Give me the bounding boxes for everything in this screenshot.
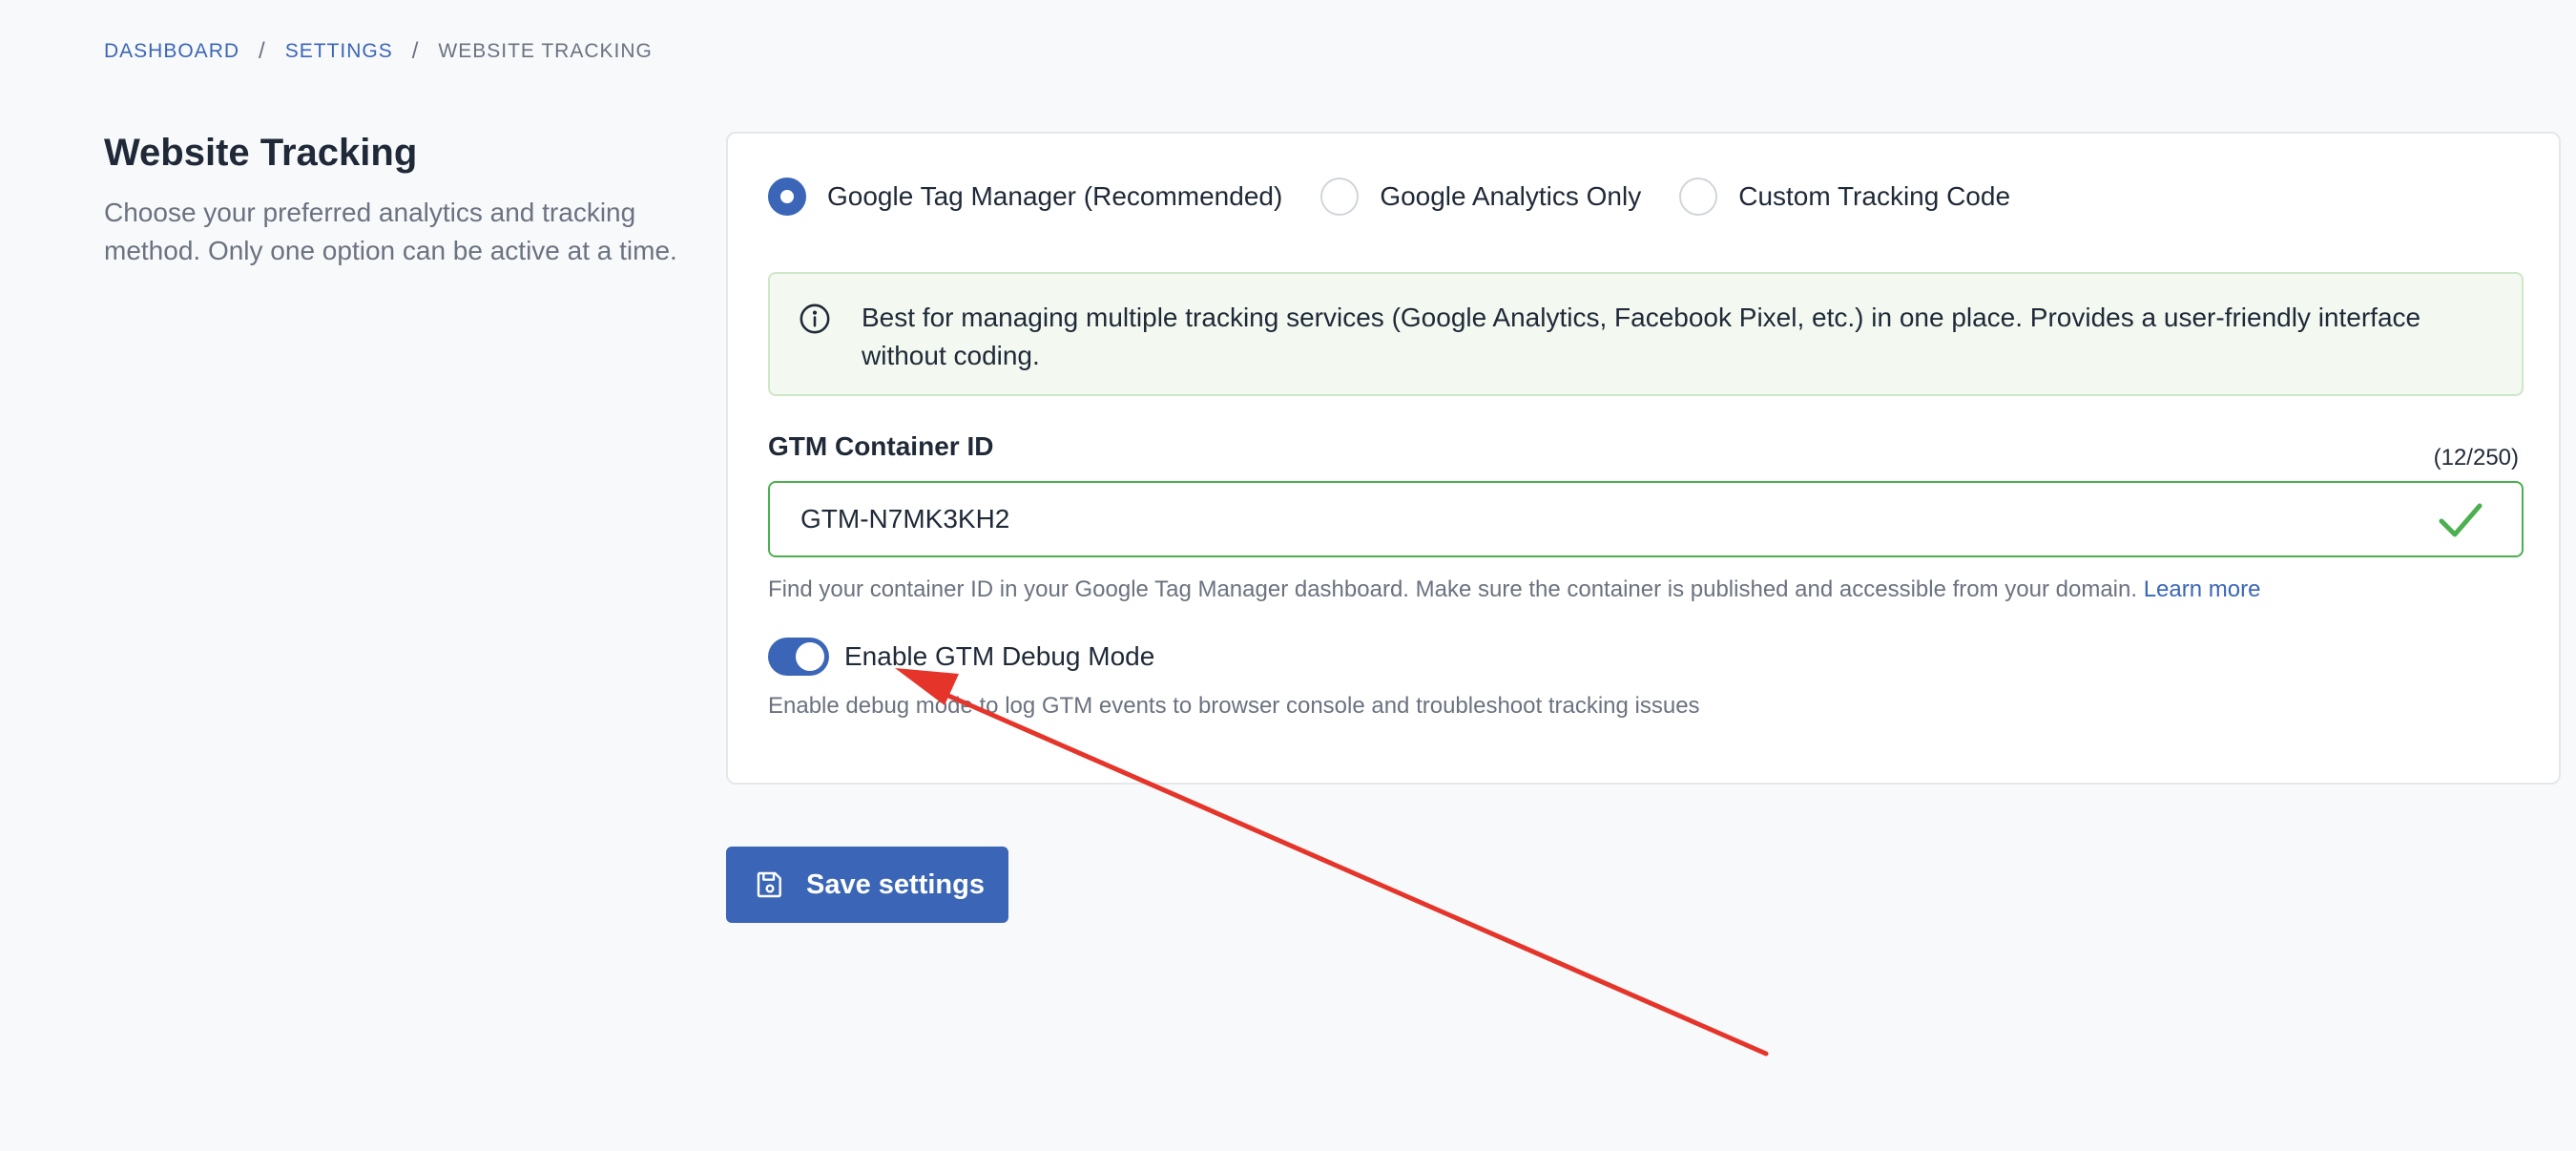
radio-button[interactable]	[1679, 178, 1718, 216]
checkmark-icon	[2439, 503, 2483, 537]
debug-mode-label: Enable GTM Debug Mode	[844, 641, 1155, 671]
page-title: Website Tracking	[104, 132, 418, 174]
breadcrumb: DASHBOARD / SETTINGS / WEBSITE TRACKING	[104, 38, 653, 65]
radio-label-ga: Google Analytics Only	[1380, 181, 1642, 211]
save-settings-label: Save settings	[806, 868, 985, 900]
learn-more-link[interactable]: Learn more	[2144, 576, 2261, 602]
breadcrumb-current: WEBSITE TRACKING	[438, 40, 653, 62]
page-description: Choose your preferred analytics and trac…	[104, 198, 677, 265]
tracking-settings-card: Google Tag Manager (Recommended) Google …	[726, 132, 2561, 785]
radio-label-gtm: Google Tag Manager (Recommended)	[827, 181, 1283, 211]
info-box: Best for managing multiple tracking serv…	[768, 272, 2524, 396]
debug-mode-toggle-row: Enable GTM Debug Mode	[768, 638, 1154, 676]
floppy-disk-icon	[757, 871, 781, 898]
gtm-help-text: Find your container ID in your Google Ta…	[768, 576, 2260, 603]
radio-option-gtm[interactable]: Google Tag Manager (Recommended)	[768, 178, 1282, 216]
breadcrumb-dashboard-link[interactable]: DASHBOARD	[104, 40, 239, 63]
section-intro: Website Tracking Choose your preferred a…	[104, 132, 696, 270]
save-settings-button[interactable]: Save settings	[726, 847, 1008, 923]
breadcrumb-separator: /	[259, 38, 266, 64]
breadcrumb-separator: /	[411, 38, 420, 64]
info-circle-icon	[800, 303, 830, 334]
toggle-knob	[796, 642, 824, 671]
radio-option-custom[interactable]: Custom Tracking Code	[1679, 178, 2010, 216]
radio-button[interactable]	[1320, 178, 1360, 216]
debug-mode-toggle[interactable]	[768, 638, 829, 676]
char-count: (12/250)	[2433, 445, 2519, 471]
breadcrumb-settings-link[interactable]: SETTINGS	[285, 40, 393, 63]
gtm-container-id-field	[768, 481, 2524, 557]
gtm-help-text-body: Find your container ID in your Google Ta…	[768, 576, 2138, 602]
radio-button-checked[interactable]	[768, 178, 806, 216]
gtm-container-id-label: GTM Container ID	[768, 431, 994, 461]
radio-label-custom: Custom Tracking Code	[1738, 181, 2011, 211]
radio-option-ga[interactable]: Google Analytics Only	[1320, 178, 1641, 216]
debug-mode-help-text: Enable debug mode to log GTM events to b…	[768, 693, 1700, 719]
tracking-method-radio-group: Google Tag Manager (Recommended) Google …	[768, 178, 2048, 216]
gtm-container-id-input[interactable]	[770, 483, 2392, 555]
info-text: Best for managing multiple tracking serv…	[862, 303, 2421, 370]
